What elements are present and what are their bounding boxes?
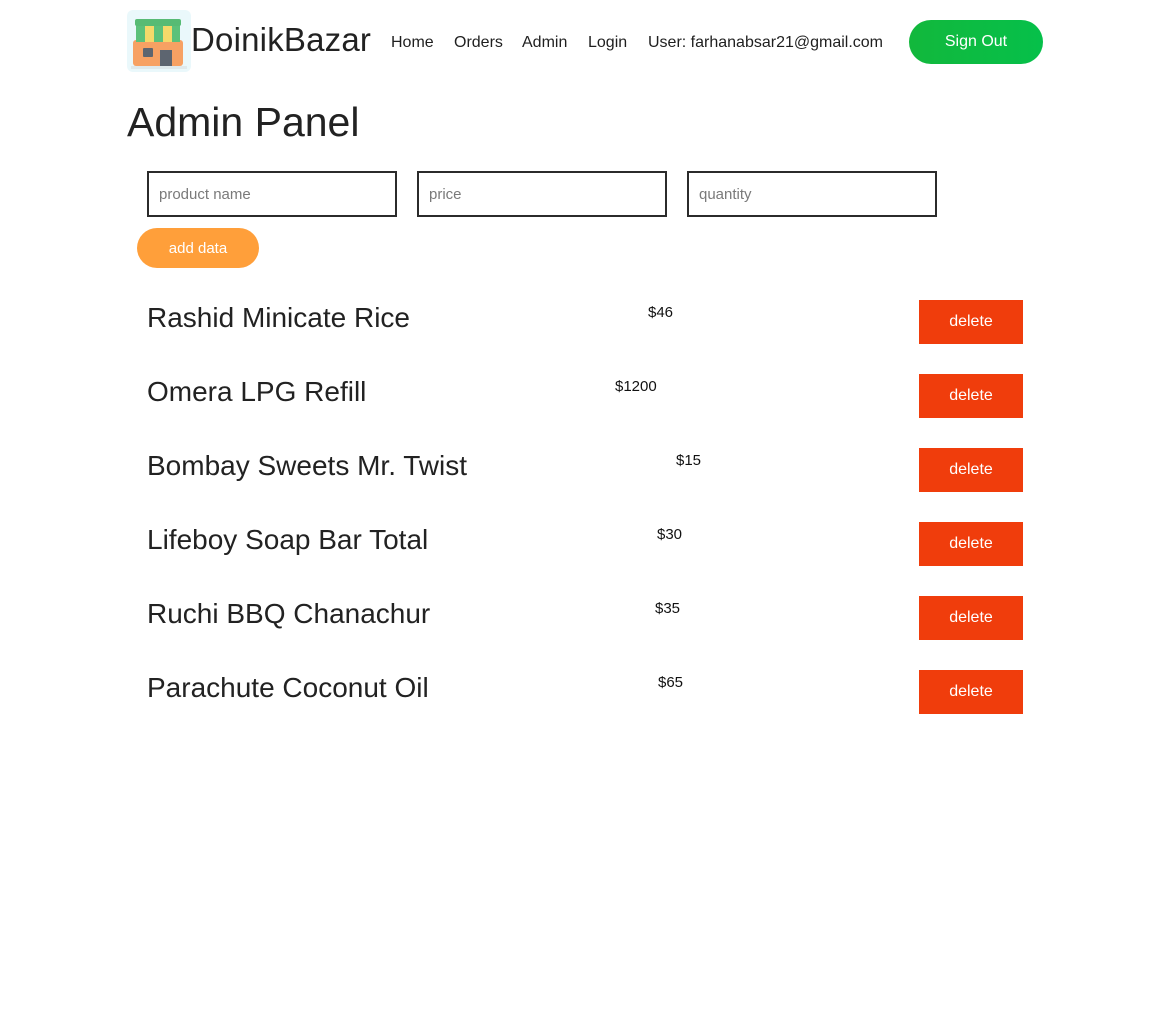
product-price: $15 [676,452,702,469]
product-name: Ruchi BBQ Chanachur [147,598,431,629]
product-name: Parachute Coconut Oil [147,672,429,703]
product-price: $1200 [615,378,657,395]
product-price: $46 [648,304,674,321]
product-name: Bombay Sweets Mr. Twist [147,450,468,481]
page: DoinikBazar Home Orders Admin Login User… [0,0,1170,1024]
product-row: Parachute Coconut Oil $65 delete [0,668,1170,742]
product-row: Omera LPG Refill $1200 delete [0,372,1170,446]
product-price: $30 [657,526,683,543]
delete-button[interactable]: delete [919,300,1023,344]
delete-button[interactable]: delete [919,374,1023,418]
delete-button[interactable]: delete [919,448,1023,492]
product-list: Rashid Minicate Rice $46 delete Omera LP… [0,0,1170,1024]
delete-button[interactable]: delete [919,522,1023,566]
product-price: $35 [655,600,681,617]
product-row: Ruchi BBQ Chanachur $35 delete [0,594,1170,668]
product-row: Rashid Minicate Rice $46 delete [0,298,1170,372]
product-name: Omera LPG Refill [147,376,367,407]
product-price: $65 [658,674,684,691]
product-name: Rashid Minicate Rice [147,302,410,333]
delete-button[interactable]: delete [919,670,1023,714]
product-row: Lifeboy Soap Bar Total $30 delete [0,520,1170,594]
product-row: Bombay Sweets Mr. Twist $15 delete [0,446,1170,520]
product-name: Lifeboy Soap Bar Total [147,524,429,555]
delete-button[interactable]: delete [919,596,1023,640]
